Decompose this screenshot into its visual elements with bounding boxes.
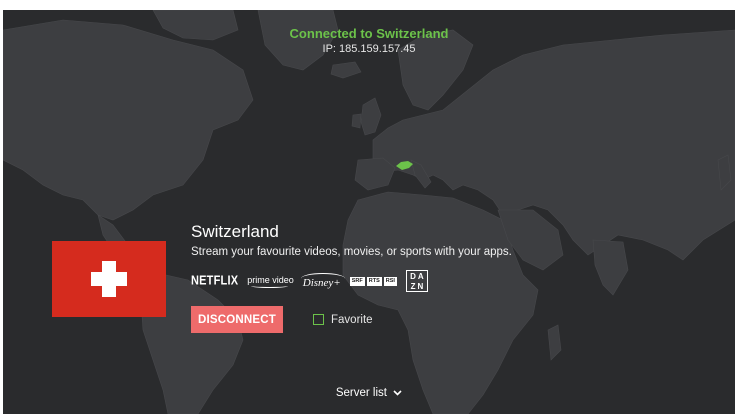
action-row: DISCONNECT Favorite: [191, 306, 512, 333]
streaming-tagline: Stream your favourite videos, movies, or…: [191, 246, 512, 258]
disney-plus-logo: Disney+: [300, 273, 345, 289]
favorite-checkbox[interactable]: [313, 314, 324, 325]
netflix-logo: NETFLIX: [191, 273, 239, 289]
streaming-apps: NETFLIX prime video Disney+ SRF RTS RSI …: [191, 268, 512, 294]
disconnect-button[interactable]: DISCONNECT: [191, 306, 283, 333]
server-list-label: Server list: [335, 387, 387, 400]
rts-logo: RTS: [366, 276, 382, 286]
prime-video-logo: prime video: [247, 275, 294, 288]
connected-text: Connected to Switzerland: [289, 26, 449, 41]
connection-status: Connected to Switzerland IP: 185.159.157…: [3, 26, 735, 57]
country-name: Switzerland: [191, 222, 279, 241]
srf-logo: SRF: [349, 276, 365, 286]
swiss-flag-icon: [52, 241, 166, 317]
location-info: Switzerland Stream your favourite videos…: [191, 221, 512, 333]
rsi-logo: RSI: [383, 276, 397, 286]
ip-address: IP: 185.159.157.45: [322, 43, 416, 55]
chevron-down-icon: [393, 387, 402, 399]
favorite-toggle[interactable]: Favorite: [313, 314, 373, 326]
vpn-app-screen: Connected to Switzerland IP: 185.159.157…: [3, 10, 735, 414]
dazn-logo: DA ZN: [405, 270, 428, 292]
srg-logos: SRF RTS RSI: [349, 276, 397, 286]
world-map: [3, 10, 735, 414]
server-list-button[interactable]: Server list: [3, 387, 735, 399]
favorite-label: Favorite: [331, 313, 373, 326]
